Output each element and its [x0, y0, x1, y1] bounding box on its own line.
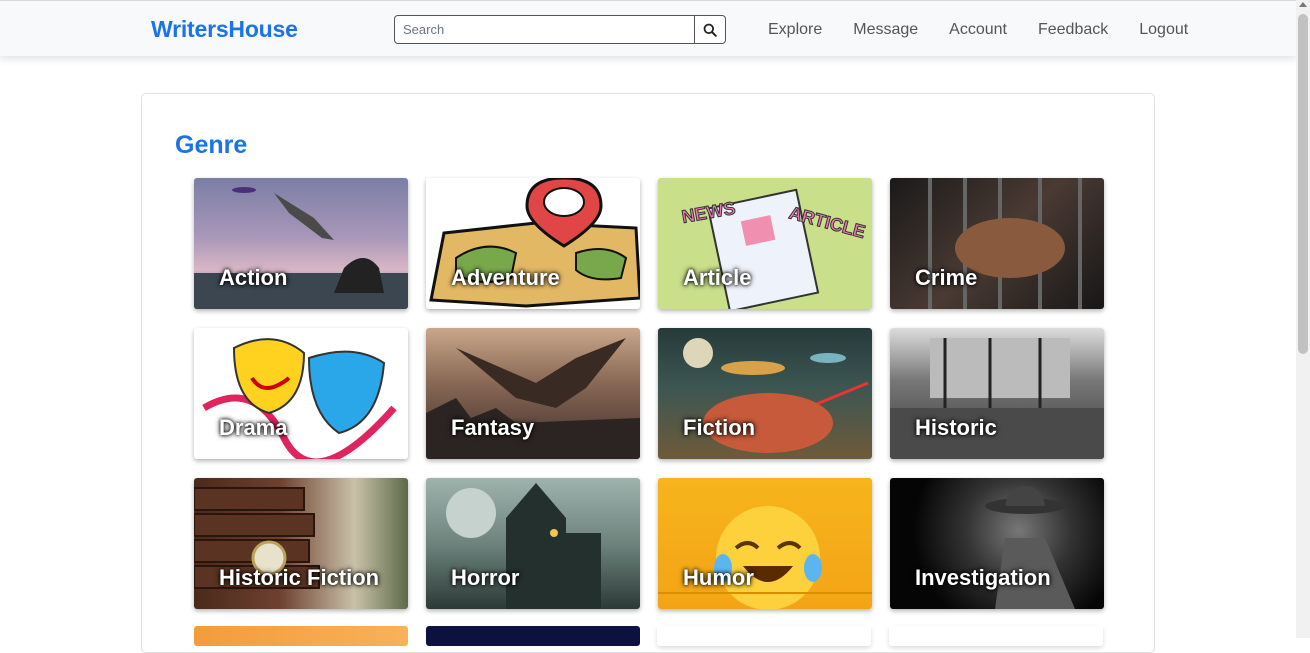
genre-tile-partial[interactable] — [426, 626, 640, 646]
genre-label: Drama — [219, 415, 288, 440]
genre-tile-adventure[interactable]: Adventure — [426, 178, 640, 309]
genre-label: Article — [683, 265, 752, 290]
genre-label: Adventure — [451, 265, 560, 290]
navbar: WritersHouse Explore Message Account Fee… — [0, 0, 1296, 56]
genre-tile-drama[interactable]: Drama — [194, 328, 408, 459]
nav-message[interactable]: Message — [853, 20, 918, 40]
search-icon — [703, 23, 717, 37]
genre-tile-humor[interactable]: Humor — [658, 478, 872, 609]
genre-label: Humor — [683, 565, 754, 590]
genre-tile-horror[interactable]: Horror — [426, 478, 640, 609]
search-input[interactable] — [395, 16, 694, 43]
genre-label: Crime — [915, 265, 978, 290]
genre-label: Historic Fiction — [219, 565, 380, 590]
genre-tile-fiction[interactable]: Fiction — [658, 328, 872, 459]
brand-logo[interactable]: WritersHouse — [151, 16, 298, 43]
genre-tile-partial[interactable] — [657, 626, 871, 646]
nav-logout[interactable]: Logout — [1139, 20, 1188, 40]
genre-tile-partial[interactable] — [194, 626, 408, 646]
nav-feedback[interactable]: Feedback — [1038, 20, 1108, 40]
nav-account[interactable]: Account — [949, 20, 1007, 40]
scrollbar-thumb[interactable] — [1298, 14, 1308, 354]
genre-label: Horror — [451, 565, 520, 590]
genre-label: Historic — [915, 415, 997, 440]
search-button[interactable] — [694, 16, 725, 43]
genre-label: Action — [219, 265, 288, 290]
genre-tile-fantasy[interactable]: Fantasy — [426, 328, 640, 459]
genre-tile-article[interactable]: NEWS ARTICLE Article — [658, 178, 872, 309]
genre-label: Investigation — [915, 565, 1051, 590]
nav-links: Explore Message Account Feedback Logout — [768, 20, 1219, 40]
genre-tile-crime[interactable]: Crime — [890, 178, 1104, 309]
scrollbar[interactable] — [1296, 0, 1310, 638]
search-bar — [394, 15, 726, 44]
genre-tile-partial[interactable] — [889, 626, 1103, 646]
section-title: Genre — [175, 131, 248, 159]
genre-tile-investigation[interactable]: Investigation — [890, 478, 1104, 609]
nav-explore[interactable]: Explore — [768, 20, 822, 40]
genre-tile-historic-fiction[interactable]: Historic Fiction — [194, 478, 408, 609]
scroll-up-icon[interactable] — [1299, 2, 1307, 7]
genre-tile-action[interactable]: Action — [194, 178, 408, 309]
genre-tile-historic[interactable]: Historic — [890, 328, 1104, 459]
genre-label: Fantasy — [451, 415, 535, 440]
genre-label: Fiction — [683, 415, 756, 440]
genre-grid: Action Adventure NEWS ARTICLE Article Cri… — [194, 178, 1104, 609]
